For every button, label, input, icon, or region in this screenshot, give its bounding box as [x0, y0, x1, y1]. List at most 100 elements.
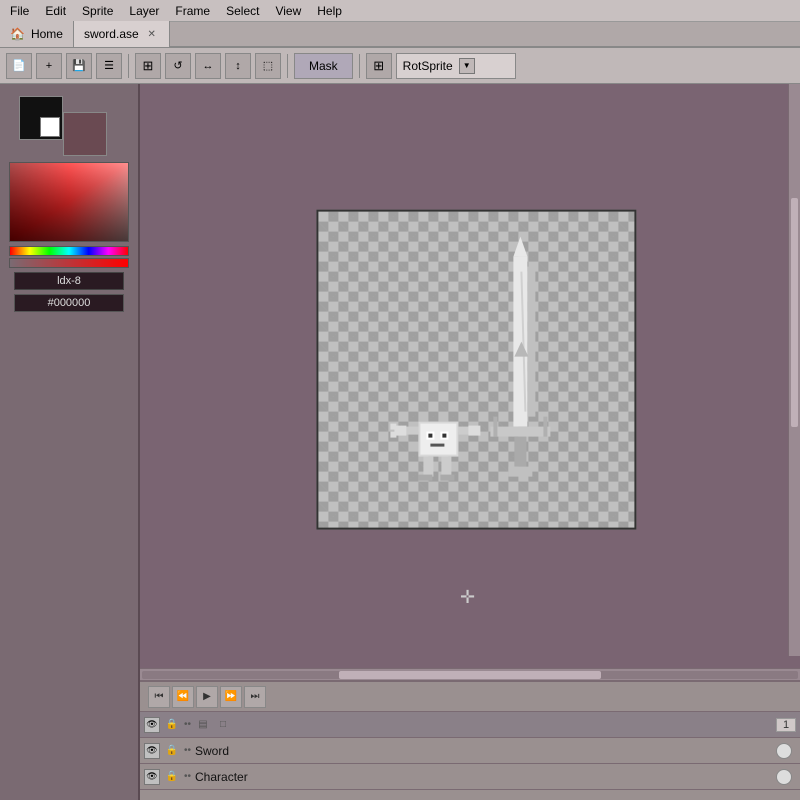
sword-layer-visibility[interactable]: 👁 [144, 743, 160, 759]
horizontal-scrollbar[interactable] [140, 668, 800, 680]
tab-close-button[interactable]: ✕ [145, 27, 159, 41]
toolbar-separator-2 [287, 54, 288, 78]
layer-cel-icon[interactable]: □ [215, 717, 231, 733]
layer-lock-icon[interactable]: 🔒 [164, 717, 180, 733]
v-scrollbar-thumb[interactable] [791, 198, 798, 427]
color-picker[interactable] [9, 162, 129, 242]
char-leg-left [423, 457, 433, 477]
rotate-button[interactable]: ↺ [165, 53, 191, 79]
char-face [420, 424, 456, 455]
color-swatches [19, 96, 119, 156]
alpha-slider[interactable] [9, 258, 129, 268]
layers-panel: 👁 🔒 •• ▤ □ 1 👁 🔒 •• Sword [140, 712, 800, 800]
char-arm-left [404, 427, 418, 435]
toolbar: 📄 + 💾 ☰ ⊞ ↺ ↔ ↕ ⬚ Mask ⊞ RotSprite ▼ [0, 48, 800, 84]
layer-visibility-icon[interactable]: 👁 [144, 717, 160, 733]
crosshair-indicator: ✛ [460, 587, 475, 608]
add-frame-button[interactable]: + [36, 53, 62, 79]
mask-label: Mask [309, 59, 338, 73]
go-prev-button[interactable]: ⏪ [172, 686, 194, 708]
char-foot-right [440, 475, 454, 481]
character-frame-indicator [776, 769, 792, 785]
menu-edit[interactable]: Edit [39, 2, 72, 20]
flip-button[interactable]: ↔ [195, 53, 221, 79]
sword-layer-dots: •• [184, 745, 191, 756]
menu-sprite[interactable]: Sprite [76, 2, 119, 20]
h-scrollbar-track[interactable] [142, 671, 798, 679]
sword-frame-indicator [776, 743, 792, 759]
left-panel: ldx-8 [0, 84, 140, 800]
sword-guard [490, 427, 550, 437]
sprite-svg [318, 212, 638, 532]
timeline-controls: ⏮ ⏪ ▶ ⏩ ⏭ [140, 682, 800, 712]
sword-layer-lock[interactable]: 🔒 [164, 743, 180, 759]
char-mouth [430, 444, 444, 447]
grid-button[interactable]: ⊞ [135, 53, 161, 79]
new-file-button[interactable]: 📄 [6, 53, 32, 79]
tools-area: ldx-8 [0, 84, 138, 800]
layer-options-icon[interactable]: •• [184, 719, 191, 730]
mask-button[interactable]: Mask [294, 53, 353, 79]
toolbar-separator-3 [359, 54, 360, 78]
rotsprite-dropdown-arrow[interactable]: ▼ [459, 58, 475, 74]
background-swatch[interactable] [19, 96, 63, 140]
char-leg-right [441, 457, 451, 477]
frame-number: 1 [776, 718, 796, 732]
hex-input[interactable] [14, 294, 124, 312]
menu-layer[interactable]: Layer [123, 2, 165, 20]
char-finger1 [390, 424, 396, 430]
tab-bar: 🏠 Home sword.ase ✕ [0, 22, 800, 48]
palette-label: ldx-8 [14, 272, 124, 290]
toolbar-separator-1 [128, 54, 129, 78]
tab-home-label: Home [31, 27, 63, 41]
char-finger2 [390, 432, 396, 438]
go-first-button[interactable]: ⏮ [148, 686, 170, 708]
menu-select[interactable]: Select [220, 2, 265, 20]
save-button[interactable]: 💾 [66, 53, 92, 79]
rotsprite-select[interactable]: RotSprite ▼ [396, 53, 516, 79]
sword-guard-right [543, 417, 547, 437]
menu-bar: File Edit Sprite Layer Frame Select View… [0, 0, 800, 22]
go-last-button[interactable]: ⏭ [244, 686, 266, 708]
character-layer-name: Character [195, 770, 772, 784]
h-scrollbar-thumb[interactable] [339, 671, 601, 679]
char-pupil-right [442, 434, 446, 438]
vertical-scrollbar[interactable] [788, 84, 800, 656]
tab-sword-label: sword.ase [84, 27, 139, 41]
tab-home[interactable]: 🏠 Home [0, 21, 74, 47]
character-layer-lock[interactable]: 🔒 [164, 769, 180, 785]
sword-handle [514, 437, 526, 467]
timeline: ⏮ ⏪ ▶ ⏩ ⏭ 👁 🔒 •• ▤ □ 1 👁 [140, 680, 800, 800]
menu-button[interactable]: ☰ [96, 53, 122, 79]
layer-row-character: 👁 🔒 •• Character [140, 764, 800, 790]
character-layer-visibility[interactable]: 👁 [144, 769, 160, 785]
tab-sword[interactable]: sword.ase ✕ [74, 21, 170, 47]
canvas-wrapper[interactable]: ✛ [140, 84, 800, 668]
menu-file[interactable]: File [4, 2, 35, 20]
select-button[interactable]: ⬚ [255, 53, 281, 79]
menu-help[interactable]: Help [311, 2, 348, 20]
sword-pommel [508, 467, 532, 477]
menu-view[interactable]: View [269, 2, 307, 20]
sword-blade-right [527, 267, 535, 417]
go-next-button[interactable]: ⏩ [220, 686, 242, 708]
rotsprite-label: RotSprite [403, 59, 453, 73]
hue-slider[interactable] [9, 246, 129, 256]
layers-header-row: 👁 🔒 •• ▤ □ 1 [140, 712, 800, 738]
character-layer-dots: •• [184, 771, 191, 782]
layer-expand-icon[interactable]: ▤ [195, 717, 211, 733]
canvas-area: ✛ ⏮ ⏪ ▶ ⏩ ⏭ 👁 [140, 84, 800, 800]
sprite-canvas [316, 210, 636, 530]
sword-guard-left [493, 417, 497, 437]
main-layout: ldx-8 [0, 84, 800, 800]
char-foot-left [418, 475, 432, 481]
char-hand-right [468, 426, 480, 436]
menu-frame[interactable]: Frame [169, 2, 216, 20]
grid2-button[interactable]: ⊞ [366, 53, 392, 79]
home-icon: 🏠 [10, 27, 25, 41]
sword-layer-name: Sword [195, 744, 772, 758]
play-button[interactable]: ▶ [196, 686, 218, 708]
sword-tip [513, 237, 527, 257]
flip-v-button[interactable]: ↕ [225, 53, 251, 79]
foreground-swatch[interactable] [63, 112, 107, 156]
